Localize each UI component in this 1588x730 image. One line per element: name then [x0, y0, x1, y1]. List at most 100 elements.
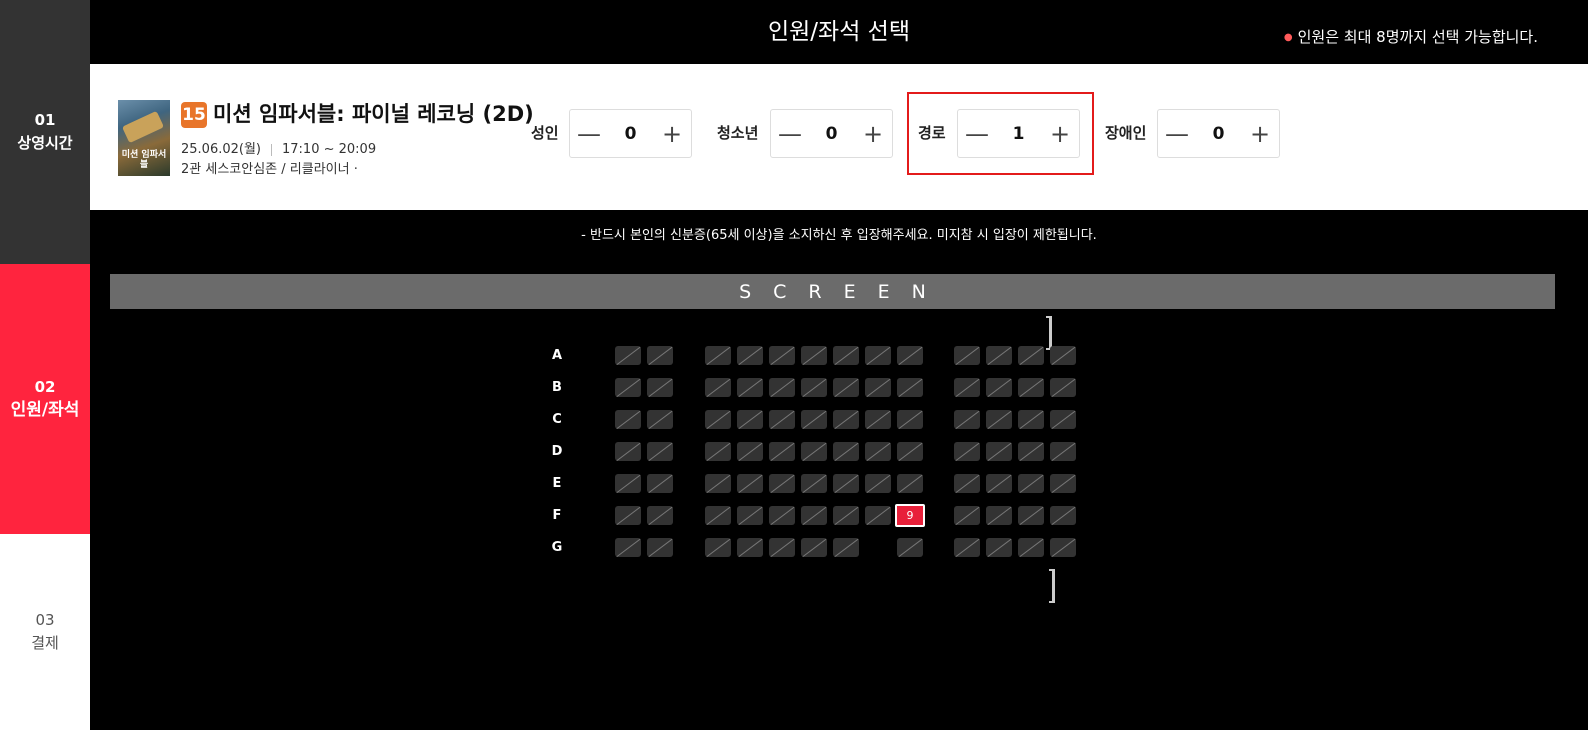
seat-unavailable[interactable]: [897, 442, 923, 461]
seat-unavailable[interactable]: [1018, 410, 1044, 429]
seat-unavailable[interactable]: [737, 442, 763, 461]
seat-unavailable[interactable]: [705, 506, 731, 525]
seat-unavailable[interactable]: [986, 378, 1012, 397]
seat-unavailable[interactable]: [647, 538, 673, 557]
seat-unavailable[interactable]: [897, 378, 923, 397]
seat-unavailable[interactable]: [801, 538, 827, 557]
seat-unavailable[interactable]: [954, 538, 980, 557]
seat-unavailable[interactable]: [833, 346, 859, 365]
seat-unavailable[interactable]: [1050, 538, 1076, 557]
adult-minus-button[interactable]: —: [570, 110, 608, 157]
seat-unavailable[interactable]: [865, 346, 891, 365]
seat-unavailable[interactable]: [769, 378, 795, 397]
seat-unavailable[interactable]: [705, 538, 731, 557]
seat-unavailable[interactable]: [647, 506, 673, 525]
seat-unavailable[interactable]: [1050, 410, 1076, 429]
seat-unavailable[interactable]: [1050, 474, 1076, 493]
seat-unavailable[interactable]: [737, 538, 763, 557]
seat-unavailable[interactable]: [833, 410, 859, 429]
youth-plus-button[interactable]: +: [854, 110, 892, 157]
seat-unavailable[interactable]: [737, 474, 763, 493]
seat-unavailable[interactable]: [801, 474, 827, 493]
seat-unavailable[interactable]: [769, 346, 795, 365]
seat-unavailable[interactable]: [1050, 346, 1076, 365]
seat-unavailable[interactable]: [897, 474, 923, 493]
senior-minus-button[interactable]: —: [958, 110, 996, 157]
step-payment[interactable]: 03 결제: [0, 534, 90, 730]
seat-unavailable[interactable]: [769, 474, 795, 493]
step-showtime[interactable]: 01 상영시간: [0, 0, 90, 264]
step-people-seat[interactable]: 02 인원/좌석: [0, 264, 90, 534]
seat-unavailable[interactable]: [769, 442, 795, 461]
seat-unavailable[interactable]: [954, 410, 980, 429]
seat-selected[interactable]: 9: [895, 504, 925, 527]
seat-unavailable[interactable]: [1018, 538, 1044, 557]
seat-unavailable[interactable]: [833, 474, 859, 493]
seat-unavailable[interactable]: [615, 538, 641, 557]
adult-plus-button[interactable]: +: [653, 110, 691, 157]
seat-unavailable[interactable]: [801, 442, 827, 461]
seat-unavailable[interactable]: [833, 378, 859, 397]
seat-unavailable[interactable]: [647, 346, 673, 365]
seat-unavailable[interactable]: [833, 442, 859, 461]
seat-unavailable[interactable]: [897, 538, 923, 557]
seat-unavailable[interactable]: [986, 474, 1012, 493]
seat-unavailable[interactable]: [647, 474, 673, 493]
seat-unavailable[interactable]: [705, 442, 731, 461]
seat-unavailable[interactable]: [737, 506, 763, 525]
seat-unavailable[interactable]: [865, 506, 891, 525]
seat-unavailable[interactable]: [865, 410, 891, 429]
seat-unavailable[interactable]: [705, 378, 731, 397]
seat-unavailable[interactable]: [647, 410, 673, 429]
seat-unavailable[interactable]: [737, 378, 763, 397]
seat-unavailable[interactable]: [769, 538, 795, 557]
seat-unavailable[interactable]: [1018, 474, 1044, 493]
seat-unavailable[interactable]: [986, 506, 1012, 525]
seat-unavailable[interactable]: [1050, 442, 1076, 461]
seat-unavailable[interactable]: [865, 442, 891, 461]
seat-unavailable[interactable]: [769, 506, 795, 525]
disabled-minus-button[interactable]: —: [1158, 110, 1196, 157]
youth-minus-button[interactable]: —: [771, 110, 809, 157]
seat-unavailable[interactable]: [865, 474, 891, 493]
seat-unavailable[interactable]: [897, 410, 923, 429]
seat-unavailable[interactable]: [705, 474, 731, 493]
seat-unavailable[interactable]: [647, 378, 673, 397]
seat-unavailable[interactable]: [769, 410, 795, 429]
seat-unavailable[interactable]: [954, 442, 980, 461]
seat-unavailable[interactable]: [615, 442, 641, 461]
seat-unavailable[interactable]: [615, 410, 641, 429]
seat-unavailable[interactable]: [897, 346, 923, 365]
seat-unavailable[interactable]: [801, 506, 827, 525]
seat-unavailable[interactable]: [954, 346, 980, 365]
seat-unavailable[interactable]: [1050, 506, 1076, 525]
seat-unavailable[interactable]: [954, 378, 980, 397]
seat-unavailable[interactable]: [615, 346, 641, 365]
seat-unavailable[interactable]: [1018, 442, 1044, 461]
seat-unavailable[interactable]: [1018, 378, 1044, 397]
seat-unavailable[interactable]: [986, 410, 1012, 429]
seat-unavailable[interactable]: [705, 410, 731, 429]
seat-unavailable[interactable]: [737, 410, 763, 429]
senior-plus-button[interactable]: +: [1041, 110, 1079, 157]
seat-unavailable[interactable]: [833, 538, 859, 557]
seat-unavailable[interactable]: [705, 346, 731, 365]
seat-unavailable[interactable]: [801, 410, 827, 429]
seat-unavailable[interactable]: [1018, 506, 1044, 525]
seat-unavailable[interactable]: [615, 378, 641, 397]
seat-unavailable[interactable]: [801, 346, 827, 365]
seat-unavailable[interactable]: [954, 474, 980, 493]
seat-unavailable[interactable]: [986, 538, 1012, 557]
seat-unavailable[interactable]: [801, 378, 827, 397]
seat-unavailable[interactable]: [1018, 346, 1044, 365]
seat-unavailable[interactable]: [737, 346, 763, 365]
seat-unavailable[interactable]: [986, 442, 1012, 461]
seat-unavailable[interactable]: [647, 442, 673, 461]
seat-unavailable[interactable]: [865, 378, 891, 397]
seat-unavailable[interactable]: [615, 474, 641, 493]
seat-unavailable[interactable]: [833, 506, 859, 525]
seat-unavailable[interactable]: [954, 506, 980, 525]
seat-unavailable[interactable]: [615, 506, 641, 525]
disabled-plus-button[interactable]: +: [1241, 110, 1279, 157]
seat-unavailable[interactable]: [986, 346, 1012, 365]
